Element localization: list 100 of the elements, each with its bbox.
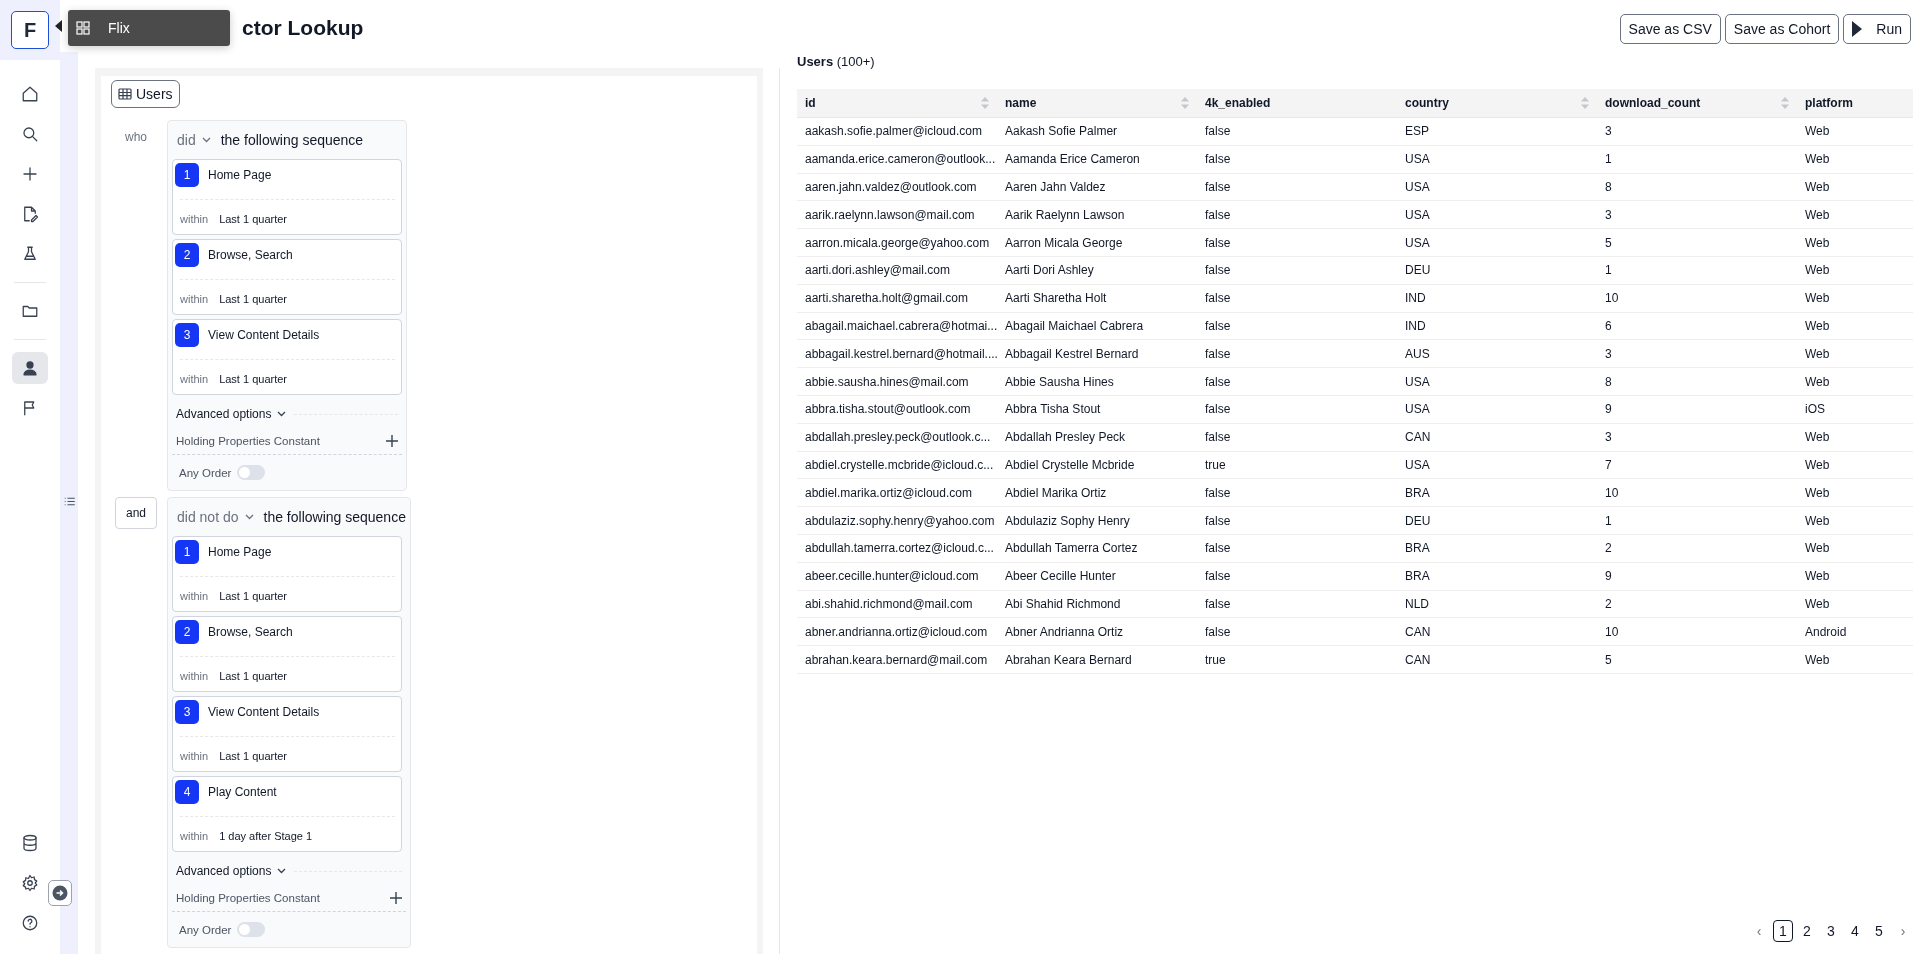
- table-cell: abeer.cecille.hunter@icloud.com: [797, 562, 997, 591]
- table-cell: abner.andrianna.ortiz@icloud.com: [797, 618, 997, 647]
- previous-page-button[interactable]: ‹: [1749, 920, 1769, 942]
- table-cell: false: [1197, 590, 1397, 619]
- table-cell: BRA: [1397, 534, 1597, 563]
- time-window[interactable]: Last 1 quarter: [219, 590, 287, 602]
- page-button[interactable]: 4: [1845, 920, 1865, 942]
- time-window[interactable]: Last 1 quarter: [219, 670, 287, 682]
- add-icon[interactable]: [386, 435, 398, 447]
- mode-dropdown[interactable]: did: [177, 132, 211, 148]
- page-button[interactable]: 5: [1869, 920, 1889, 942]
- plus-icon: [21, 165, 39, 183]
- table-cell: CAN: [1397, 646, 1597, 674]
- table-cell: Web: [1797, 451, 1913, 480]
- toggle-switch[interactable]: [237, 922, 266, 937]
- step-card[interactable]: 3 View Content Details within Last 1 quarter: [172, 319, 402, 395]
- column-header[interactable]: id: [797, 89, 997, 118]
- step-card[interactable]: 3 View Content Details within Last 1 quarter: [172, 696, 402, 772]
- play-icon: [1852, 21, 1863, 37]
- step-card[interactable]: 1 Home Page within Last 1 quarter: [172, 159, 402, 235]
- table-cell: aarti.dori.ashley@mail.com: [797, 257, 997, 285]
- time-window[interactable]: Last 1 quarter: [219, 750, 287, 762]
- table-cell: false: [1197, 395, 1397, 424]
- time-window[interactable]: Last 1 quarter: [219, 373, 287, 385]
- step-number: 1: [175, 163, 199, 187]
- table-cell: abbra.tisha.stout@outlook.com: [797, 395, 997, 424]
- page-button[interactable]: 3: [1821, 920, 1841, 942]
- column-header[interactable]: platform: [1797, 89, 1913, 118]
- save-button[interactable]: Save as Cohort: [1724, 14, 1840, 44]
- database-icon: [21, 834, 39, 852]
- connector-button[interactable]: and: [115, 497, 157, 529]
- expand-sidebar-button[interactable]: [48, 880, 72, 906]
- table-cell: USA: [1397, 201, 1597, 230]
- table-cell: ESP: [1397, 118, 1597, 146]
- table-cell: 1: [1597, 145, 1797, 174]
- advanced-options-toggle[interactable]: Advanced options: [176, 407, 287, 421]
- table-cell: Abrahan Keara Bernard: [997, 646, 1197, 674]
- page-button[interactable]: 1: [1773, 920, 1793, 942]
- column-header[interactable]: 4k_enabled: [1197, 89, 1397, 118]
- app-logo[interactable]: F: [11, 11, 49, 49]
- table-cell: 6: [1597, 312, 1797, 341]
- event-name: Play Content: [208, 785, 277, 799]
- grid-icon: [76, 21, 90, 35]
- column-header[interactable]: download_count: [1597, 89, 1797, 118]
- time-window[interactable]: Last 1 quarter: [219, 293, 287, 305]
- entity-selector[interactable]: Users: [111, 80, 180, 108]
- advanced-options-toggle[interactable]: Advanced options: [176, 864, 287, 878]
- page-button[interactable]: 2: [1797, 920, 1817, 942]
- step-card[interactable]: 2 Browse, Search within Last 1 quarter: [172, 239, 402, 315]
- run-button[interactable]: Run: [1843, 14, 1911, 44]
- column-label: download_count: [1605, 96, 1701, 110]
- time-window[interactable]: 1 day after Stage 1: [219, 830, 313, 842]
- document-edit-icon: [21, 205, 39, 223]
- table-cell: IND: [1397, 284, 1597, 313]
- within-label: within: [180, 373, 209, 385]
- table-cell: true: [1197, 451, 1397, 480]
- toggle-switch[interactable]: [237, 465, 266, 480]
- table-cell: CAN: [1397, 618, 1597, 647]
- table-cell: Web: [1797, 340, 1913, 369]
- table-cell: DEU: [1397, 507, 1597, 535]
- column-header[interactable]: name: [997, 89, 1197, 118]
- table-cell: Web: [1797, 284, 1913, 313]
- flask-icon: [21, 245, 39, 263]
- column-label: country: [1405, 96, 1449, 110]
- table-cell: false: [1197, 173, 1397, 202]
- add-icon[interactable]: [389, 892, 402, 904]
- table-cell: Aarti Dori Ashley: [997, 257, 1197, 285]
- within-label: within: [180, 830, 209, 842]
- within-label: within: [180, 293, 209, 305]
- table-cell: aarron.micala.george@yahoo.com: [797, 229, 997, 257]
- table-cell: false: [1197, 507, 1397, 535]
- table-cell: false: [1197, 534, 1397, 563]
- table-cell: abbie.sausha.hines@mail.com: [797, 368, 997, 396]
- table-cell: Abdiel Crystelle Mcbride: [997, 451, 1197, 480]
- table-cell: Aarti Sharetha Holt: [997, 284, 1197, 313]
- table-cell: false: [1197, 562, 1397, 591]
- chevron-down-icon: [244, 514, 254, 520]
- table-cell: false: [1197, 145, 1397, 174]
- chevron-down-icon: [201, 137, 211, 143]
- table-cell: Abdulaziz Sophy Henry: [997, 507, 1197, 535]
- time-window[interactable]: Last 1 quarter: [219, 213, 287, 225]
- within-label: within: [180, 750, 209, 762]
- table-cell: Abeer Cecille Hunter: [997, 562, 1197, 591]
- table-cell: 2: [1597, 534, 1797, 563]
- step-card[interactable]: 4 Play Content within 1 day after Stage 1: [172, 776, 402, 852]
- table-cell: abi.shahid.richmond@mail.com: [797, 590, 997, 619]
- save-button[interactable]: Save as CSV: [1619, 14, 1721, 44]
- event-name: Home Page: [208, 168, 272, 182]
- table-cell: iOS: [1797, 395, 1913, 424]
- table-cell: Web: [1797, 229, 1913, 257]
- table-cell: NLD: [1397, 590, 1597, 619]
- nav-button[interactable]: [12, 352, 48, 384]
- step-card[interactable]: 2 Browse, Search within Last 1 quarter: [172, 616, 402, 692]
- next-page-button[interactable]: ›: [1893, 920, 1913, 942]
- step-number: 3: [175, 323, 199, 347]
- table-cell: false: [1197, 423, 1397, 452]
- table-cell: Abbra Tisha Stout: [997, 395, 1197, 424]
- column-header[interactable]: country: [1397, 89, 1597, 118]
- step-card[interactable]: 1 Home Page within Last 1 quarter: [172, 536, 402, 612]
- mode-dropdown[interactable]: did not do: [177, 509, 254, 525]
